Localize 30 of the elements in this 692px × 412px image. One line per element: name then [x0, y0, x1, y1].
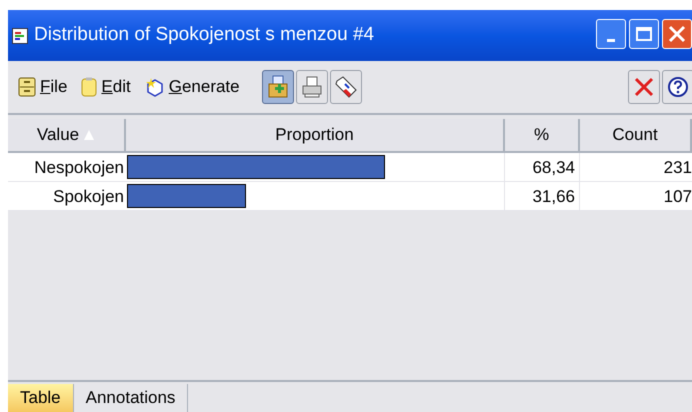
help-button[interactable]: [662, 70, 692, 104]
menu-item[interactable]: Edit: [81, 74, 131, 100]
column-header[interactable]: Value: [8, 119, 126, 153]
toolbar-button[interactable]: [330, 70, 362, 104]
tab[interactable]: Table: [8, 384, 74, 412]
toolbar-button[interactable]: [262, 70, 294, 104]
toolbar-button[interactable]: [296, 70, 328, 104]
close-button[interactable]: [662, 19, 692, 49]
close-icon: [668, 25, 686, 43]
clipboard-icon: [81, 77, 98, 97]
chart-icon: [12, 28, 28, 44]
cancel-button[interactable]: [628, 70, 660, 104]
menu-item[interactable]: File: [18, 74, 68, 100]
cabinet-icon: [18, 77, 36, 97]
printer-icon: [300, 76, 323, 98]
help-icon: [667, 76, 689, 98]
column-header[interactable]: Proportion: [126, 119, 505, 153]
table-cell: 68,34: [505, 153, 580, 182]
close-icon: [634, 77, 654, 97]
window-title: Distribution of Spokojenost s menzou #4: [34, 23, 374, 48]
minimize-button[interactable]: [596, 19, 626, 49]
maximize-button[interactable]: [629, 19, 659, 49]
column-header[interactable]: Count: [580, 119, 692, 153]
sort-ascending-icon: [83, 129, 96, 141]
table-cell: 31,66: [505, 182, 580, 211]
folder-plus-icon: [266, 75, 289, 99]
column-header[interactable]: %: [505, 119, 580, 153]
tag-icon: [334, 75, 358, 99]
menu-item[interactable]: Generate: [144, 74, 240, 100]
sparkle-hexagon-icon: [144, 77, 165, 97]
